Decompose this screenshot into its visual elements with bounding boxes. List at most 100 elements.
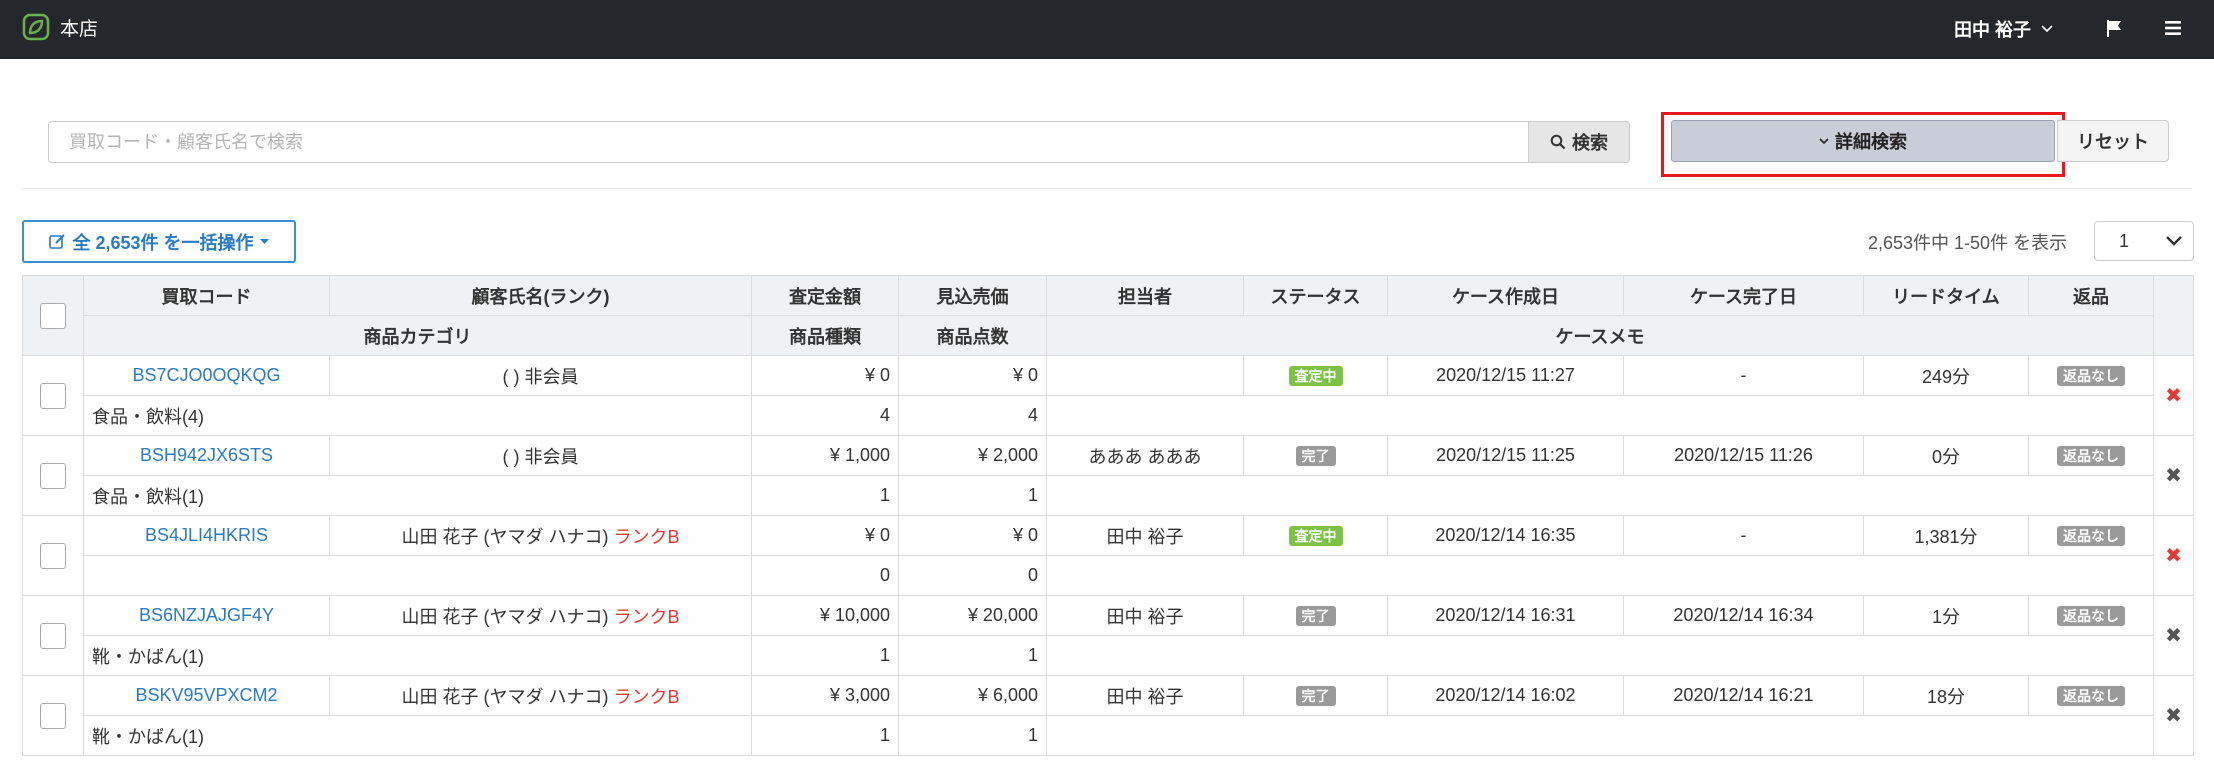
row-checkbox[interactable] — [40, 702, 66, 729]
table-row-sub: 靴・かばん(1) 1 1 — [23, 635, 2194, 676]
advanced-search-button[interactable]: 詳細検索 — [1671, 120, 2055, 162]
status-badge: 査定中 — [1288, 526, 1343, 546]
case-memo — [1046, 715, 2154, 756]
delete-cell: ✖ — [2153, 595, 2194, 676]
col-header[interactable]: リードタイム — [1863, 275, 2029, 316]
lead-time: 249分 — [1863, 355, 2029, 396]
delete-icon[interactable]: ✖ — [2165, 385, 2182, 407]
table-row-sub: 0 0 — [23, 555, 2194, 596]
purchase-code-link[interactable]: BS6NZJAJGF4Y — [83, 595, 330, 636]
status-badge: 査定中 — [1288, 366, 1343, 386]
completed-date: 2020/12/15 11:26 — [1623, 435, 1864, 476]
returns-badge: 返品なし — [2057, 686, 2125, 706]
returns-cell: 返品なし — [2028, 675, 2154, 716]
expected-price: ¥ 0 — [898, 515, 1047, 556]
col-header[interactable]: 返品 — [2028, 275, 2154, 316]
lead-time: 18分 — [1863, 675, 2029, 716]
returns-cell: 返品なし — [2028, 595, 2154, 636]
status-badge: 完了 — [1295, 446, 1336, 466]
rank-label: ランクB — [613, 606, 680, 627]
delete-icon[interactable]: ✖ — [2165, 465, 2182, 487]
product-kinds: 4 — [751, 395, 899, 436]
search-bar: 検索 — [48, 121, 1630, 163]
leaf-logo-icon[interactable] — [22, 13, 50, 41]
col-header[interactable]: 顧客氏名(ランク) — [329, 275, 752, 316]
staff-name: 田中 裕子 — [1046, 595, 1244, 636]
customer-name: ( ) 非会員 — [502, 446, 579, 467]
assess-amount: ¥ 0 — [751, 515, 899, 556]
customer-cell: 山田 花子 (ヤマダ ハナコ) ランクB — [329, 675, 752, 716]
delete-icon[interactable]: ✖ — [2165, 625, 2182, 647]
purchase-code-link[interactable]: BS7CJO0OQKQG — [83, 355, 330, 396]
row-checkbox[interactable] — [40, 382, 66, 409]
flag-icon[interactable] — [2104, 18, 2124, 38]
assess-amount: ¥ 0 — [751, 355, 899, 396]
col-header[interactable]: 査定金額 — [751, 275, 899, 316]
table-subheader-row: 商品カテゴリ 商品種類 商品点数 ケースメモ — [23, 315, 2194, 356]
customer-name: 山田 花子 (ヤマダ ハナコ) — [401, 606, 609, 627]
product-kinds: 1 — [751, 715, 899, 756]
purchase-code-link[interactable]: BSKV95VPXCM2 — [83, 675, 330, 716]
case-memo — [1046, 555, 2154, 596]
product-points: 1 — [898, 715, 1047, 756]
reset-button[interactable]: リセット — [2057, 120, 2169, 162]
product-kinds: 1 — [751, 635, 899, 676]
delete-icon[interactable]: ✖ — [2165, 705, 2182, 727]
created-date: 2020/12/14 16:02 — [1387, 675, 1624, 716]
row-checkbox[interactable] — [40, 622, 66, 649]
staff-name — [1046, 355, 1244, 396]
user-name: 田中 裕子 — [1954, 20, 2032, 40]
customer-cell: ( ) 非会員 — [329, 355, 752, 396]
purchase-code-link[interactable]: BSH942JX6STS — [83, 435, 330, 476]
col-header[interactable]: ケース完了日 — [1623, 275, 1864, 316]
returns-cell: 返品なし — [2028, 355, 2154, 396]
page-select-value: 1 — [2119, 230, 2130, 251]
assess-amount: ¥ 10,000 — [751, 595, 899, 636]
lead-time: 0分 — [1863, 435, 2029, 476]
col-header[interactable]: ケース作成日 — [1387, 275, 1624, 316]
col-header-delete — [2153, 275, 2194, 356]
delete-icon[interactable]: ✖ — [2165, 545, 2182, 567]
purchase-code-link[interactable]: BS4JLI4HKRIS — [83, 515, 330, 556]
page-select[interactable]: 1 — [2094, 221, 2194, 261]
row-checkbox[interactable] — [40, 542, 66, 569]
delete-cell: ✖ — [2153, 515, 2194, 596]
row-checkbox-cell — [22, 595, 84, 676]
col-header: 商品点数 — [898, 315, 1047, 356]
created-date: 2020/12/14 16:35 — [1387, 515, 1624, 556]
col-header[interactable]: 買取コード — [83, 275, 330, 316]
search-button[interactable]: 検索 — [1528, 121, 1630, 163]
bulk-action-button[interactable]: 全 2,653件 を一括操作 — [22, 220, 296, 263]
created-date: 2020/12/15 11:27 — [1387, 355, 1624, 396]
hamburger-menu-icon[interactable] — [2163, 18, 2183, 38]
row-checkbox-cell — [22, 515, 84, 596]
product-category: 食品・飲料(4) — [83, 395, 752, 436]
search-input[interactable] — [48, 121, 1528, 163]
col-header[interactable]: 担当者 — [1046, 275, 1244, 316]
product-category — [83, 555, 752, 596]
returns-cell: 返品なし — [2028, 515, 2154, 556]
expected-price: ¥ 6,000 — [898, 675, 1047, 716]
assess-amount: ¥ 3,000 — [751, 675, 899, 716]
returns-badge: 返品なし — [2057, 366, 2125, 386]
customer-cell: 山田 花子 (ヤマダ ハナコ) ランクB — [329, 515, 752, 556]
table-row-sub: 食品・飲料(4) 4 4 — [23, 395, 2194, 436]
customer-name: ( ) 非会員 — [502, 366, 579, 387]
status-cell: 完了 — [1243, 675, 1388, 716]
col-header[interactable]: ステータス — [1243, 275, 1388, 316]
status-cell: 完了 — [1243, 595, 1388, 636]
table-header-row: 買取コード 顧客氏名(ランク) 査定金額 見込売価 担当者 ステータス ケース作… — [22, 275, 2194, 356]
status-badge: 完了 — [1295, 606, 1336, 626]
table-row: BS4JLI4HKRIS 山田 花子 (ヤマダ ハナコ) ランクB ¥ 0 ¥ … — [22, 515, 2194, 596]
select-all-checkbox[interactable] — [40, 302, 66, 329]
user-menu[interactable]: 田中 裕子 — [1954, 16, 2053, 42]
col-header[interactable]: 見込売価 — [898, 275, 1047, 316]
row-checkbox[interactable] — [40, 462, 66, 489]
product-points: 1 — [898, 635, 1047, 676]
select-all-cell — [22, 275, 84, 356]
result-count: 2,653件中 1-50件 を表示 — [1868, 233, 2068, 253]
table-row: BS6NZJAJGF4Y 山田 花子 (ヤマダ ハナコ) ランクB ¥ 10,0… — [22, 595, 2194, 676]
bulk-action-label: 全 2,653件 を一括操作 — [72, 232, 254, 253]
product-kinds: 1 — [751, 475, 899, 516]
store-name[interactable]: 本店 — [60, 14, 98, 41]
